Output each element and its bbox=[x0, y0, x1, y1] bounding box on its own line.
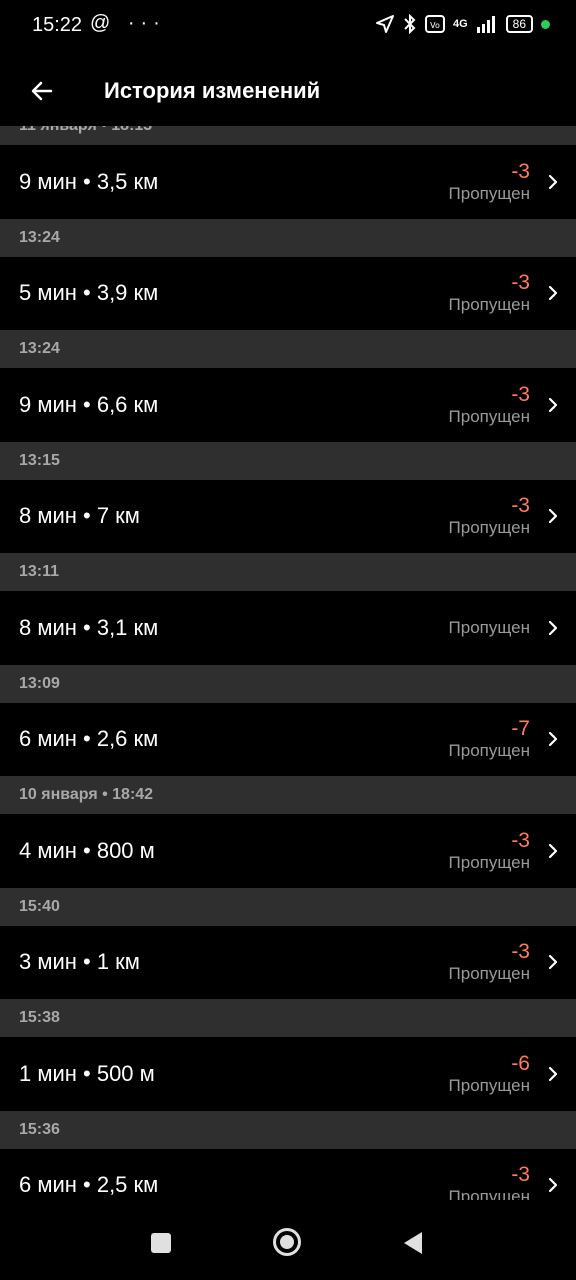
section-header: 13:15 bbox=[0, 441, 576, 480]
history-list: 11 января • 18:13 9 мин • 3,5 км -3 Проп… bbox=[0, 107, 576, 1222]
toolbar: История изменений bbox=[0, 56, 576, 126]
ride-summary: 6 мин • 2,5 км bbox=[19, 1172, 159, 1198]
location-icon bbox=[375, 15, 394, 33]
volte-icon: Vo bbox=[424, 15, 445, 33]
status-time: 15:22 bbox=[32, 14, 83, 36]
section-header: 13:09 bbox=[0, 664, 576, 703]
ride-status: Пропущен bbox=[448, 964, 530, 984]
arrow-left-icon bbox=[31, 81, 53, 101]
rating-delta: -3 bbox=[511, 159, 530, 183]
system-nav-bar bbox=[0, 1200, 576, 1280]
ride-status: Пропущен bbox=[448, 852, 530, 872]
ride-summary: 4 мин • 800 м bbox=[19, 837, 155, 863]
ride-status: Пропущен bbox=[448, 518, 530, 538]
privacy-dot bbox=[541, 19, 550, 29]
rating-delta: -6 bbox=[511, 1051, 530, 1075]
svg-text:Vo: Vo bbox=[430, 21, 440, 30]
section-header: 15:40 bbox=[0, 887, 576, 926]
chevron-right-icon bbox=[548, 620, 558, 635]
row-right: -3 Пропущен bbox=[449, 494, 530, 538]
list-item[interactable]: 6 мин • 2,6 км -7 Пропущен bbox=[0, 702, 576, 776]
square-icon[interactable] bbox=[150, 1232, 172, 1254]
notification-icons: @ ··· bbox=[90, 12, 166, 34]
ride-summary: 9 мин • 3,5 км bbox=[19, 168, 159, 194]
page-title: История изменений bbox=[104, 78, 321, 103]
ride-status: Пропущен bbox=[448, 183, 530, 203]
row-right: -3 Пропущен bbox=[449, 160, 530, 204]
triangle-back-icon[interactable] bbox=[402, 1231, 424, 1255]
chevron-right-icon bbox=[548, 732, 558, 747]
ride-summary: 9 мин • 6,6 км bbox=[19, 391, 159, 417]
list-item[interactable]: 8 мин • 7 км -3 Пропущен bbox=[0, 479, 576, 553]
ride-summary: 8 мин • 7 км bbox=[19, 503, 140, 529]
chevron-right-icon bbox=[548, 955, 558, 970]
chevron-right-icon bbox=[548, 843, 558, 858]
chevron-right-icon bbox=[548, 509, 558, 524]
row-right: -6 Пропущен bbox=[449, 1052, 530, 1096]
back-button[interactable] bbox=[18, 67, 66, 115]
rating-delta: -3 bbox=[511, 494, 530, 518]
section-header: 15:38 bbox=[0, 999, 576, 1037]
chevron-right-icon bbox=[548, 286, 558, 301]
ride-summary: 3 мин • 1 км bbox=[19, 949, 140, 975]
ride-summary: 8 мин • 3,1 км bbox=[19, 614, 159, 640]
row-right: -3 Пропущен bbox=[449, 271, 530, 315]
list-item[interactable]: 5 мин • 3,9 км -3 Пропущен bbox=[0, 256, 576, 330]
ride-status: Пропущен bbox=[448, 617, 530, 637]
ride-summary: 6 мин • 2,6 км bbox=[19, 726, 159, 752]
section-header: 13:11 bbox=[0, 553, 576, 591]
signal-icon bbox=[476, 16, 495, 33]
section-header: 13:24 bbox=[0, 218, 576, 257]
list-item[interactable]: 4 мин • 800 м -3 Пропущен bbox=[0, 814, 576, 888]
row-right: Пропущен bbox=[449, 618, 530, 638]
status-bar: 15:22 @ ··· Vo 4G 86 bbox=[0, 0, 576, 56]
list-item[interactable]: 9 мин • 6,6 км -3 Пропущен bbox=[0, 368, 576, 442]
circle-icon[interactable] bbox=[272, 1227, 302, 1257]
row-right: -3 Пропущен bbox=[449, 829, 530, 873]
status-right-icons: Vo 4G 86 bbox=[375, 14, 550, 34]
section-header: 10 января • 18:42 bbox=[0, 776, 576, 814]
ride-status: Пропущен bbox=[448, 406, 530, 426]
section-header: 13:24 bbox=[0, 330, 576, 368]
chevron-right-icon bbox=[548, 397, 558, 412]
chevron-right-icon bbox=[548, 1066, 558, 1081]
chevron-right-icon bbox=[548, 1178, 558, 1193]
rating-delta: -3 bbox=[511, 1163, 530, 1187]
rating-delta: -7 bbox=[511, 717, 530, 741]
row-right: -3 Пропущен bbox=[449, 383, 530, 427]
list-item[interactable]: 1 мин • 500 м -6 Пропущен bbox=[0, 1037, 576, 1111]
ride-summary: 1 мин • 500 м bbox=[19, 1060, 155, 1086]
list-item[interactable]: 8 мин • 3,1 км Пропущен bbox=[0, 591, 576, 665]
chevron-right-icon bbox=[548, 174, 558, 189]
rating-delta: -3 bbox=[511, 828, 530, 852]
section-header: 15:36 bbox=[0, 1110, 576, 1149]
ride-status: Пропущен bbox=[448, 741, 530, 761]
list-item[interactable]: 9 мин • 3,5 км -3 Пропущен bbox=[0, 145, 576, 219]
ride-status: Пропущен bbox=[448, 1075, 530, 1095]
row-right: -3 Пропущен bbox=[449, 940, 530, 984]
rating-delta: -3 bbox=[511, 382, 530, 406]
rating-delta: -3 bbox=[511, 940, 530, 964]
network-label: 4G bbox=[452, 18, 468, 30]
ride-status: Пропущен bbox=[448, 295, 530, 315]
battery-icon: 86 bbox=[505, 15, 533, 33]
rating-delta: -3 bbox=[511, 271, 530, 295]
row-right: -7 Пропущен bbox=[449, 717, 530, 761]
ride-summary: 5 мин • 3,9 км bbox=[19, 280, 159, 306]
bluetooth-icon bbox=[404, 14, 416, 34]
list-item[interactable]: 3 мин • 1 км -3 Пропущен bbox=[0, 925, 576, 999]
